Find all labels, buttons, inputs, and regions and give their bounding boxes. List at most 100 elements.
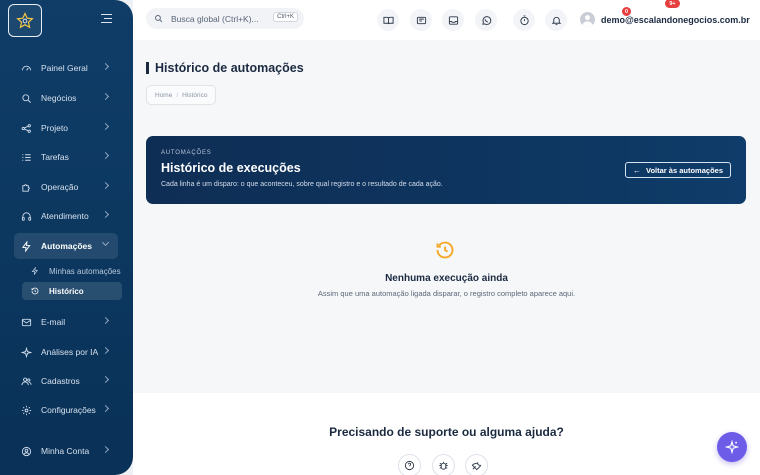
sidebar-item-label: Atendimento [41, 211, 89, 221]
search-icon [20, 92, 32, 104]
tools-button[interactable] [465, 454, 488, 475]
search-placeholder: Busca global (Ctrl+K)... [171, 13, 259, 24]
sidebar-subitem-historico[interactable]: Histórico [22, 282, 122, 300]
sidebar-item-atendimento[interactable]: Atendimento [14, 203, 118, 229]
arrow-left-icon: ← [633, 165, 642, 175]
bell-icon [551, 16, 561, 25]
sidebar-item-negocios[interactable]: Negócios [14, 85, 118, 111]
gauge-icon [20, 62, 32, 74]
user-icon [20, 445, 32, 457]
menu-toggle-icon[interactable] [101, 14, 112, 23]
hero-kicker: AUTOMAÇÕES [161, 150, 212, 156]
bolt-icon [20, 240, 32, 252]
hero-description: Cada linha é um disparo: o que aconteceu… [161, 181, 443, 188]
gear-icon [20, 404, 32, 416]
sidebar-item-cadastros[interactable]: Cadastros [14, 368, 118, 394]
sidebar-item-label: Minha Conta [41, 446, 90, 456]
chevron-right-icon [101, 122, 110, 131]
mail-icon [20, 316, 32, 328]
chevron-right-icon [101, 316, 110, 325]
sidebar-item-label: Cadastros [41, 376, 80, 386]
sidebar: Painel Geral Negócios Projeto Tarefas Op… [0, 0, 133, 475]
chevron-right-icon [101, 346, 110, 355]
chevron-right-icon [101, 210, 110, 219]
top-bar: Busca global (Ctrl+K)... Ctrl+K 0 9+ dem… [133, 0, 760, 40]
app-logo[interactable] [8, 4, 42, 37]
whatsapp-icon [481, 15, 491, 25]
wrench-icon [471, 462, 482, 471]
chevron-right-icon [101, 404, 110, 413]
sidebar-item-label: Projeto [41, 123, 68, 133]
sidebar-item-painel-geral[interactable]: Painel Geral [14, 55, 118, 81]
chevron-right-icon [101, 375, 110, 384]
user-email: demo@escalandonegocios.com.br [601, 14, 750, 25]
hero-banner: AUTOMAÇÕES Histórico de execuções Cada l… [146, 136, 746, 204]
search-icon [154, 10, 163, 28]
page-title: Histórico de automações [155, 61, 304, 75]
breadcrumb-home[interactable]: Home [155, 92, 172, 99]
docs-button[interactable] [377, 9, 399, 31]
back-button-label: Voltar às automações [646, 165, 723, 175]
help-button[interactable] [398, 454, 421, 475]
users-icon [20, 375, 32, 387]
title-accent-bar [146, 62, 149, 74]
global-search-input[interactable]: Busca global (Ctrl+K)... Ctrl+K [146, 8, 304, 29]
sidebar-item-projeto[interactable]: Projeto [14, 115, 118, 141]
sidebar-item-automacoes[interactable]: Automações [14, 233, 118, 259]
user-avatar-icon [581, 15, 594, 27]
chevron-down-icon [101, 238, 110, 247]
sidebar-item-configuracoes[interactable]: Configurações [14, 397, 118, 423]
empty-state-title: Nenhuma execução ainda [385, 273, 508, 284]
sidebar-item-tarefas[interactable]: Tarefas [14, 144, 118, 170]
sidebar-item-label: Operação [41, 182, 79, 192]
support-title: Precisando de suporte ou alguma ajuda? [329, 425, 564, 439]
sidebar-item-analises-ia[interactable]: Análises por IA [14, 339, 118, 365]
ai-assistant-button[interactable] [717, 432, 747, 462]
sidebar-item-label: Automações [41, 241, 93, 251]
user-menu[interactable]: demo@escalandonegocios.com.br [580, 12, 750, 27]
search-shortcut-badge: Ctrl+K [273, 12, 298, 22]
sidebar-subitem-label: Minhas automações [49, 266, 121, 276]
breadcrumb-separator: / [176, 91, 179, 99]
sparkle-icon [725, 440, 739, 454]
chevron-right-icon [101, 92, 110, 101]
checklist-icon [20, 151, 32, 163]
support-section: Precisando de suporte ou alguma ajuda? [133, 393, 760, 475]
chevron-right-icon [101, 445, 110, 454]
question-circle-icon [404, 460, 415, 471]
chevron-right-icon [101, 151, 110, 160]
notifications-button[interactable] [545, 9, 567, 31]
newspaper-icon [416, 16, 426, 24]
sidebar-item-label: Análises por IA [41, 347, 99, 357]
sidebar-item-label: E-mail [41, 317, 66, 327]
sidebar-item-label: Tarefas [41, 152, 69, 162]
timer-button[interactable] [513, 9, 535, 31]
whatsapp-button[interactable] [475, 9, 497, 31]
history-icon [30, 287, 39, 295]
sidebar-item-label: Negócios [41, 93, 77, 103]
sidebar-item-operacao[interactable]: Operação [14, 174, 118, 200]
sidebar-item-label: Configurações [41, 405, 96, 415]
headset-icon [20, 210, 32, 222]
inbox-icon [448, 15, 458, 25]
sidebar-item-minha-conta[interactable]: Minha Conta [14, 438, 118, 464]
history-icon [436, 241, 454, 259]
news-button[interactable] [410, 9, 432, 31]
star-logo-icon [16, 11, 34, 28]
bug-icon [439, 461, 448, 470]
breadcrumb-current: Histórico [182, 91, 208, 99]
main-content: Histórico de automações Home / Histórico… [133, 40, 760, 393]
sidebar-item-email[interactable]: E-mail [14, 309, 118, 335]
report-bug-button[interactable] [432, 454, 455, 475]
hero-title: Histórico de execuções [161, 161, 301, 175]
inbox-button[interactable] [442, 9, 464, 31]
stopwatch-icon [519, 14, 529, 25]
back-to-automations-button[interactable]: ← Voltar às automações [625, 162, 731, 178]
sparkle-icon [20, 346, 32, 358]
sidebar-subitem-minhas-automacoes[interactable]: Minhas automações [22, 262, 122, 280]
chevron-right-icon [101, 62, 110, 71]
empty-state-description: Assim que uma automação ligada disparar,… [317, 289, 576, 298]
breadcrumb: Home / Histórico [146, 85, 217, 105]
sidebar-subitem-label: Histórico [49, 286, 84, 296]
sidebar-item-label: Painel Geral [41, 63, 88, 73]
